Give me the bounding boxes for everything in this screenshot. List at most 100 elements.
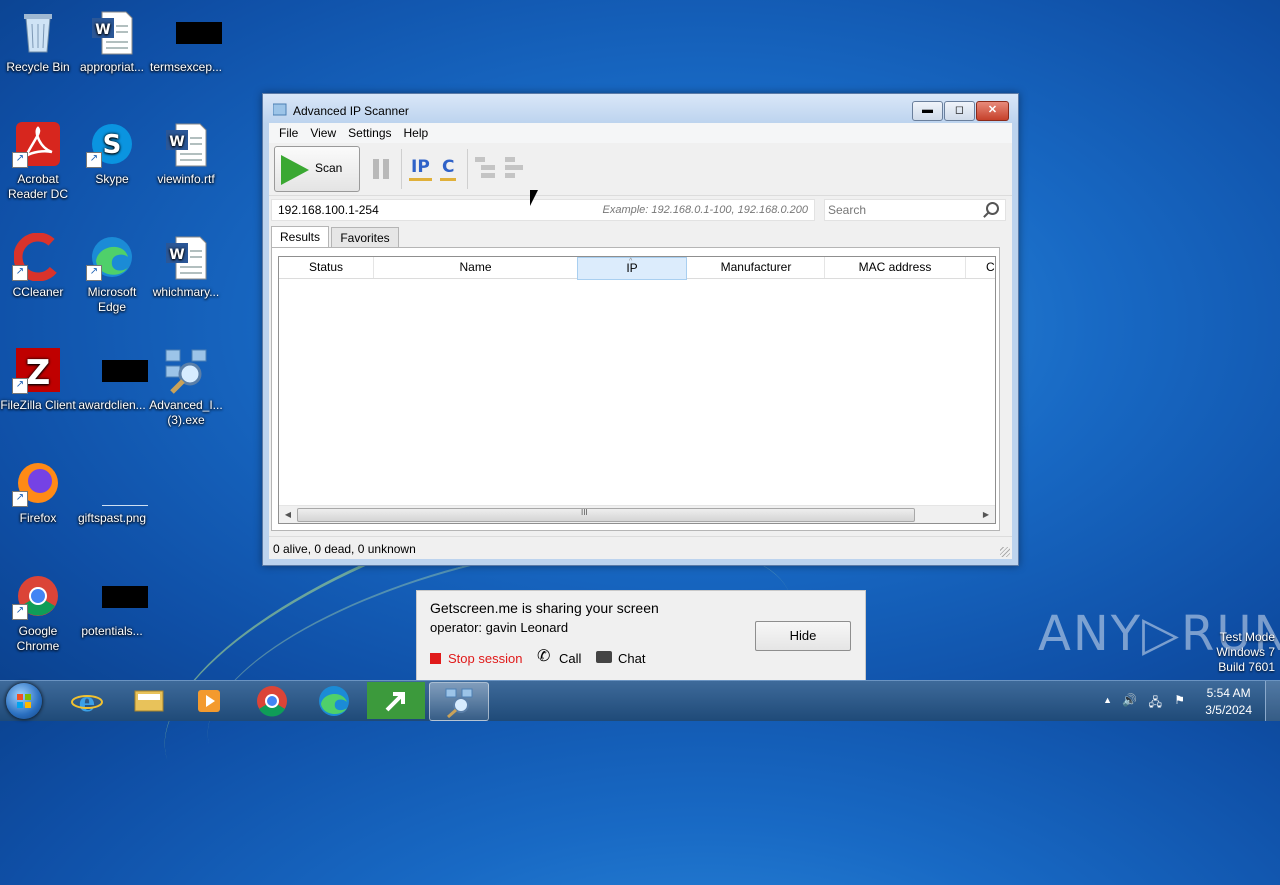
advanced-ip-scanner-window[interactable]: Advanced IP Scanner ▬ ◻ ✕ File View Sett… (262, 93, 1019, 566)
tab-favorites[interactable]: Favorites (331, 227, 399, 248)
volume-icon[interactable]: 🔊 (1122, 693, 1137, 707)
desktop-icon-edge[interactable]: ↗ Microsoft Edge (74, 233, 150, 315)
column-name[interactable]: Name (374, 257, 578, 278)
minimize-button[interactable]: ▬ (912, 101, 943, 121)
menu-view[interactable]: View (304, 126, 342, 140)
scan-button[interactable]: Scan (274, 146, 360, 192)
search-icon[interactable] (986, 202, 999, 215)
chat-link[interactable]: Chat (618, 651, 645, 666)
hide-button[interactable]: Hide (755, 621, 851, 651)
menu-bar: File View Settings Help (269, 123, 1012, 143)
desktop-icon-label: potentials... (81, 624, 143, 638)
share-message: Getscreen.me is sharing your screen (430, 600, 659, 616)
desktop-icon-label: FileZilla Client (0, 398, 76, 412)
chrome-icon (257, 686, 287, 717)
close-button[interactable]: ✕ (976, 101, 1009, 121)
taskbar-media-player[interactable] (181, 682, 239, 719)
column-ip[interactable]: ^ IP (577, 257, 687, 280)
results-panel: Status Name ^ IP Manufacturer MAC addres… (271, 247, 1000, 531)
scan-class-c-button[interactable]: C (439, 157, 458, 181)
taskbar-getscreen[interactable] (367, 682, 425, 719)
test-mode-line: Test Mode (1219, 630, 1275, 644)
word-document-icon: W (162, 120, 210, 168)
desktop-icon-appropriat[interactable]: W appropriat... (74, 8, 150, 75)
column-status[interactable]: Status (279, 257, 374, 278)
resize-grip[interactable] (1000, 547, 1010, 557)
taskbar-edge[interactable] (305, 682, 363, 719)
desktop-icon-ccleaner[interactable]: ↗ CCleaner (0, 232, 76, 300)
desktop-icon-giftspast[interactable]: giftspast.png (74, 459, 150, 526)
desktop-icon-potentials[interactable]: potentials... (74, 572, 150, 639)
ip-range-value: 192.168.100.1-254 (278, 203, 379, 217)
shortcut-arrow-icon: ↗ (86, 152, 102, 168)
scroll-right-icon[interactable]: ▶ (979, 508, 993, 521)
results-table[interactable]: Status Name ^ IP Manufacturer MAC addres… (278, 256, 996, 524)
taskbar-advanced-ip-scanner[interactable] (429, 682, 489, 721)
desktop-icon-recycle-bin[interactable]: Recycle Bin (0, 8, 76, 75)
internet-explorer-icon: e (71, 688, 103, 718)
column-mac-address[interactable]: MAC address (825, 257, 966, 278)
taskbar-file-explorer[interactable] (120, 682, 178, 719)
tray-overflow-icon[interactable]: ▲ (1103, 695, 1112, 705)
column-manufacturer[interactable]: Manufacturer (688, 257, 825, 278)
call-link[interactable]: Call (559, 651, 581, 666)
window-client-area: File View Settings Help Scan IP C 192.16… (269, 123, 1012, 559)
acrobat-icon: ↗ (12, 120, 62, 168)
start-button[interactable] (6, 683, 42, 719)
window-titlebar[interactable]: Advanced IP Scanner ▬ ◻ ✕ (263, 94, 1018, 124)
shortcut-arrow-icon: ↗ (12, 265, 28, 281)
collapse-all-icon[interactable] (505, 157, 527, 179)
taskbar-internet-explorer[interactable]: e (58, 682, 116, 719)
stop-icon (430, 653, 441, 664)
network-icon[interactable]: 🖧 (1149, 693, 1162, 714)
desktop-icon-firefox[interactable]: ↗ Firefox (0, 459, 76, 526)
expand-all-icon[interactable] (475, 157, 497, 179)
menu-file[interactable]: File (273, 126, 304, 140)
desktop-icon-label: giftspast.png (77, 511, 147, 525)
scroll-left-icon[interactable]: ◀ (281, 508, 295, 521)
desktop-icon-whichmary[interactable]: W whichmary... (148, 233, 224, 300)
show-desktop-button[interactable] (1265, 681, 1280, 721)
search-placeholder: Search (828, 203, 867, 217)
scan-ip-button[interactable]: IP (409, 157, 432, 181)
desktop-icon-label: Skype (95, 172, 129, 186)
desktop-icon-skype[interactable]: S ↗ Skype (74, 120, 150, 187)
desktop-icon-viewinfo[interactable]: W viewinfo.rtf (148, 120, 224, 187)
toolbar: Scan IP C (269, 143, 1012, 196)
folder-icon (134, 690, 164, 712)
column-comments[interactable]: C (966, 257, 995, 278)
menu-help[interactable]: Help (398, 126, 435, 140)
file-thumbnail-icon (88, 572, 148, 620)
getscreen-arrow-icon (385, 692, 405, 712)
scrollbar-thumb[interactable] (297, 508, 915, 522)
maximize-button[interactable]: ◻ (944, 101, 975, 121)
file-thumbnail-icon (88, 346, 148, 394)
tab-results[interactable]: Results (271, 226, 329, 249)
edge-icon: ↗ (86, 233, 136, 281)
desktop-icon-acrobat[interactable]: ↗ Acrobat Reader DC (0, 120, 76, 202)
desktop-icon-label: Acrobat Reader DC (7, 172, 69, 201)
scan-button-label: Scan (315, 161, 343, 175)
clock[interactable]: 5:54 AM 3/5/2024 (1205, 685, 1252, 719)
horizontal-scrollbar[interactable]: ◀ III ▶ (279, 505, 995, 523)
search-input[interactable]: Search (824, 199, 1006, 221)
svg-text:W: W (95, 22, 110, 38)
desktop-icon-filezilla[interactable]: Z ↗ FileZilla Client (0, 346, 76, 413)
stop-session-link[interactable]: Stop session (448, 651, 522, 666)
ip-range-input[interactable]: 192.168.100.1-254 Example: 192.168.0.1-1… (271, 199, 815, 221)
pause-button[interactable] (373, 159, 389, 179)
share-operator: operator: gavin Leonard (430, 620, 569, 635)
menu-settings[interactable]: Settings (342, 126, 397, 140)
desktop-icon-awardclien[interactable]: awardclien... (74, 346, 150, 413)
taskbar-chrome[interactable] (243, 682, 301, 719)
desktop-icon-advanced-ip-exe[interactable]: Advanced_I... (3).exe (148, 346, 224, 428)
address-row: 192.168.100.1-254 Example: 192.168.0.1-1… (269, 196, 1012, 222)
action-center-flag-icon[interactable]: ⚑ (1174, 693, 1185, 707)
svg-text:W: W (169, 247, 184, 263)
desktop-icon-chrome[interactable]: ↗ Google Chrome (0, 572, 76, 654)
recycle-bin-icon (14, 8, 62, 56)
shortcut-arrow-icon: ↗ (12, 604, 28, 620)
desktop-icon-label: CCleaner (12, 285, 64, 299)
clock-date: 3/5/2024 (1205, 703, 1252, 717)
desktop-icon-termsexcep[interactable]: termsexcep... (148, 8, 224, 75)
